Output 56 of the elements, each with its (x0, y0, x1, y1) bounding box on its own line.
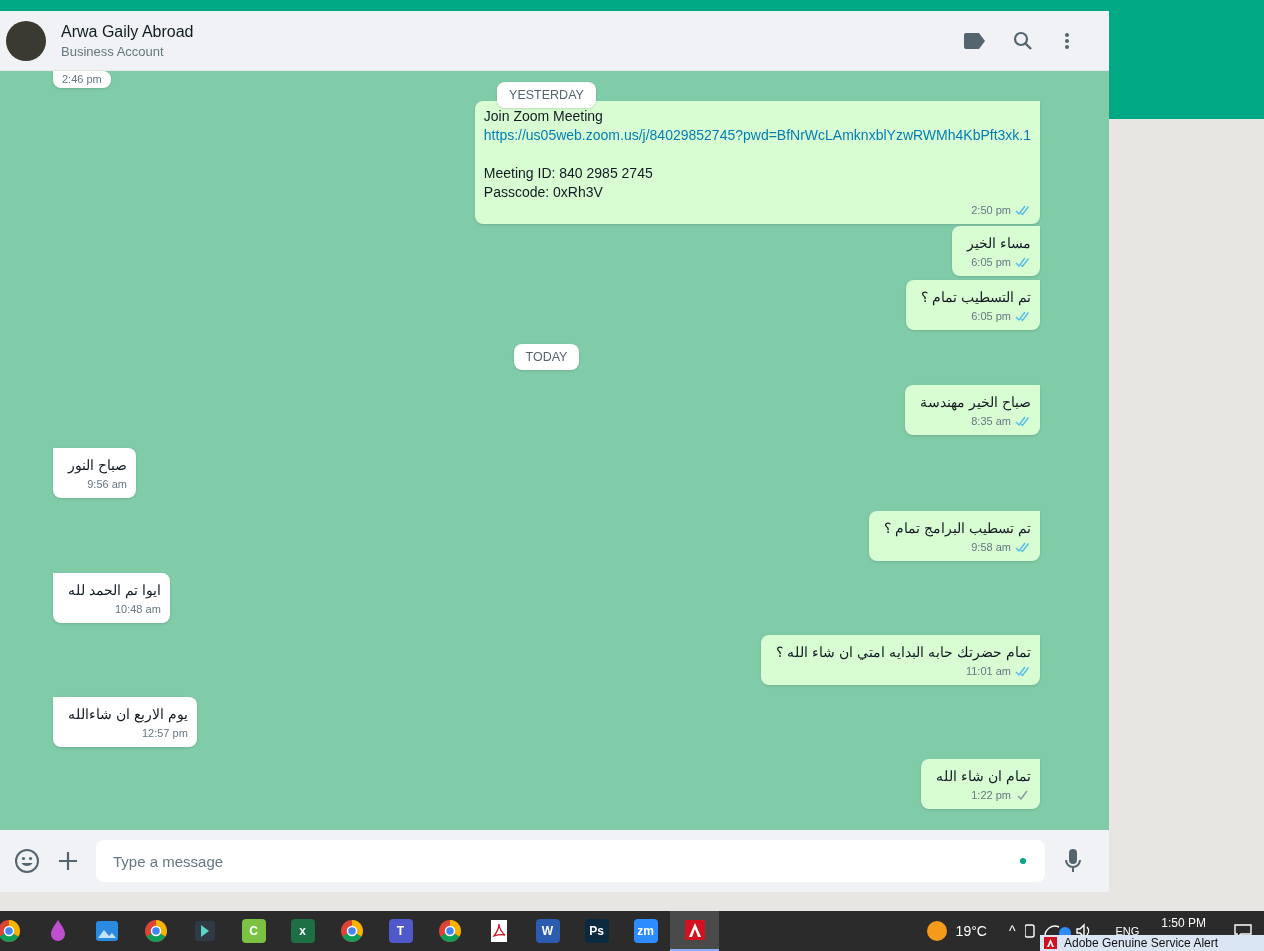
message-input[interactable]: Type a message (96, 840, 1045, 882)
app-icon[interactable]: x (290, 919, 315, 943)
microphone-icon[interactable] (1065, 849, 1081, 873)
emoji-icon[interactable] (14, 848, 40, 874)
editor-icon[interactable] (192, 919, 217, 943)
message-time: 2:46 pm (62, 71, 102, 87)
message-text: يوم الاربع ان شاءالله (67, 705, 188, 725)
message-time: 11:01 am (965, 663, 1011, 679)
taskbar-clock[interactable]: 1:50 PM (1161, 914, 1206, 932)
adobe-icon (1044, 937, 1057, 949)
message-text: صباح الخير مهندسة (919, 393, 1031, 413)
app-icon[interactable]: T (388, 919, 413, 943)
message-text: صباح النور (66, 456, 127, 476)
notification-title: Adobe Genuine Service Alert (1064, 935, 1219, 951)
temperature[interactable]: 19°C (955, 920, 987, 942)
message-text: Join Zoom Meeting (483, 107, 604, 126)
app-icon[interactable]: Ps (584, 919, 609, 943)
notification-toast[interactable]: Adobe Genuine Service Alert (1040, 935, 1264, 951)
message-time: 8:35 am (971, 413, 1011, 429)
notification-icon[interactable] (1234, 924, 1252, 938)
message-time: 1:22 pm (971, 787, 1011, 803)
contact-avatar[interactable] (6, 20, 46, 61)
message-time: 10:48 am (114, 601, 161, 617)
message-time: 2:50 pm (971, 202, 1011, 218)
message-text: تم تسطيب البرامج تمام ؟ (883, 519, 1031, 539)
app-icon[interactable]: W (535, 919, 560, 943)
message-time: 6:05 pm (971, 254, 1011, 270)
weather-sun-icon[interactable] (926, 921, 947, 941)
contact-name: Arwa Gaily Abroad (61, 21, 194, 42)
message-text: ايوا تم الحمد لله (67, 581, 161, 601)
message-text: مساء الخير (965, 234, 1031, 254)
label-icon[interactable] (964, 32, 986, 49)
status-dot-icon (1020, 858, 1026, 864)
browser-icon[interactable] (143, 919, 168, 943)
tray-caret[interactable]: ^ (1008, 920, 1016, 942)
contact-subtitle: Business Account (61, 42, 165, 61)
message-link[interactable]: https://us05web.zoom.us/j/84029852745?pwd=BfNrWcLAmknxblYzwRWMh4KbPft3xk.1 (483, 126, 1031, 145)
browser-icon[interactable] (339, 919, 364, 943)
menu-icon[interactable] (1064, 31, 1070, 50)
message-text: تم التسطيب تمام ؟ (920, 288, 1031, 308)
plus-icon[interactable] (59, 852, 77, 870)
message-time: 9:56 am (87, 476, 127, 492)
photos-icon[interactable] (94, 919, 119, 943)
message-text: Meeting ID: 840 2985 2745 (483, 164, 654, 183)
message-text: Passcode: 0xRh3V (483, 183, 604, 202)
message-time: 9:58 am (971, 539, 1011, 555)
message-time: 6:05 pm (971, 308, 1011, 324)
message-time: 12:57 pm (141, 725, 188, 741)
search-icon[interactable] (1013, 30, 1033, 51)
browser-icon[interactable] (0, 919, 21, 943)
date-separator: YESTERDAY (497, 82, 596, 108)
message-text: تمام ان شاء الله (935, 767, 1031, 787)
browser-icon[interactable] (437, 919, 462, 943)
message-text: تمام حضرتك حابه البدايه امتي ان شاء الله ؟ (775, 643, 1031, 663)
adobe-icon[interactable] (682, 918, 707, 942)
date-separator: TODAY (513, 344, 580, 370)
